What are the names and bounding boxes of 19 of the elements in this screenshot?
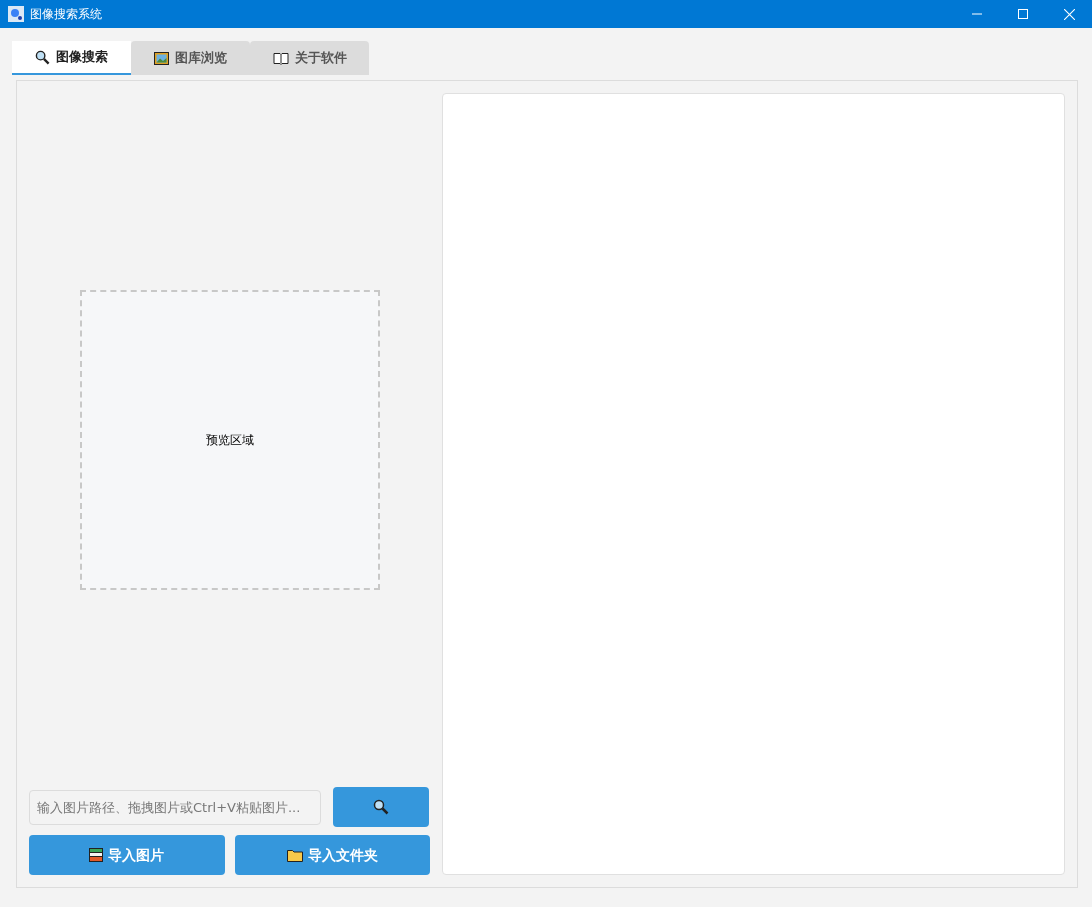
folder-icon [286, 848, 303, 862]
tab[interactable]: 图库浏览 [131, 41, 250, 75]
preview-area[interactable]: 预览区域 [79, 290, 380, 590]
search-icon [35, 49, 50, 65]
import-button[interactable]: 导入图片 [29, 835, 225, 875]
path-input-field[interactable]: 输入图片路径、拖拽图片或Ctrl+V粘贴图片... [29, 789, 321, 825]
maximize-icon [1018, 9, 1028, 19]
picture-icon [154, 51, 169, 65]
search-icon [373, 799, 389, 815]
preview-label: 预览区域 [205, 432, 254, 449]
app-icon [8, 6, 24, 22]
books-icon [89, 848, 104, 862]
book-icon [272, 51, 289, 65]
close-icon [1063, 8, 1075, 20]
import-button[interactable]: 导入文件夹 [234, 835, 430, 875]
window-title: 图像搜索系统 [30, 6, 102, 23]
tab[interactable]: 关于软件 [250, 41, 369, 75]
search-button[interactable] [333, 787, 429, 827]
tab[interactable]: 图像搜索 [12, 41, 131, 75]
